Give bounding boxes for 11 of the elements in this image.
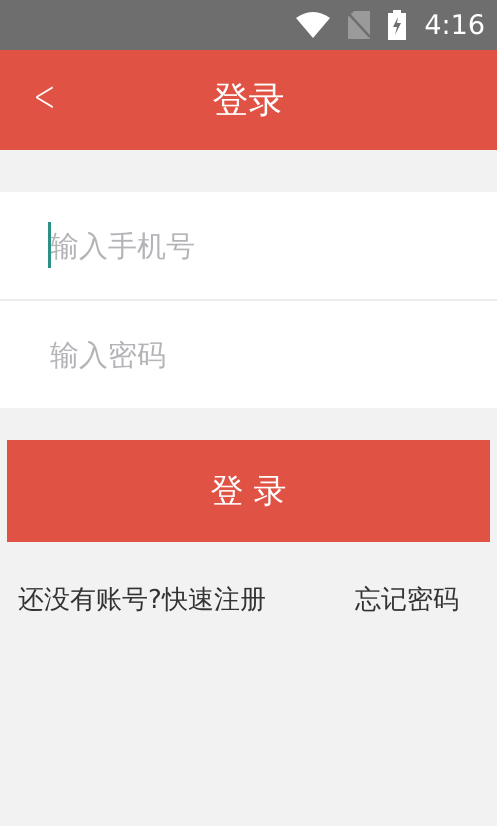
login-button[interactable]: 登 录 [7, 440, 490, 542]
back-button[interactable]: < [33, 72, 56, 122]
wifi-icon [296, 12, 330, 38]
phone-field[interactable]: 输入手机号 [0, 192, 497, 299]
status-time: 4:16 [424, 10, 485, 40]
forgot-password-link[interactable]: 忘记密码 [355, 582, 459, 617]
password-field[interactable]: 输入密码 [0, 301, 497, 408]
no-sim-icon [348, 11, 370, 39]
page-title: 登录 [212, 78, 284, 122]
battery-charging-icon [388, 10, 406, 40]
register-link[interactable]: 还没有账号?快速注册 [18, 582, 266, 617]
